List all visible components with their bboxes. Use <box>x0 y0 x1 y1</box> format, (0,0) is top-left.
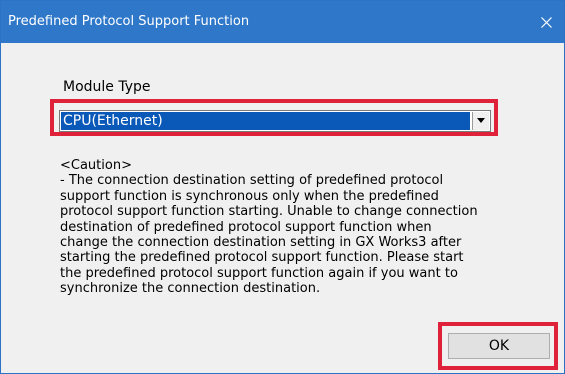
ok-button[interactable]: OK <box>448 333 550 359</box>
dialog-window: Predefined Protocol Support Function Mod… <box>0 0 565 374</box>
module-type-label: Module Type <box>63 79 151 95</box>
chevron-down-icon <box>477 118 485 123</box>
title-bar: Predefined Protocol Support Function <box>1 1 564 43</box>
dialog-content: Module Type CPU(Ethernet) <Caution> - Th… <box>1 43 564 373</box>
dialog-title: Predefined Protocol Support Function <box>8 14 250 29</box>
module-type-selected-value: CPU(Ethernet) <box>61 112 470 130</box>
caution-text: <Caution> - The connection destination s… <box>60 158 478 297</box>
close-button[interactable] <box>528 1 564 43</box>
dropdown-button[interactable] <box>472 112 489 130</box>
close-icon <box>541 17 552 28</box>
module-type-select[interactable]: CPU(Ethernet) <box>59 110 491 132</box>
